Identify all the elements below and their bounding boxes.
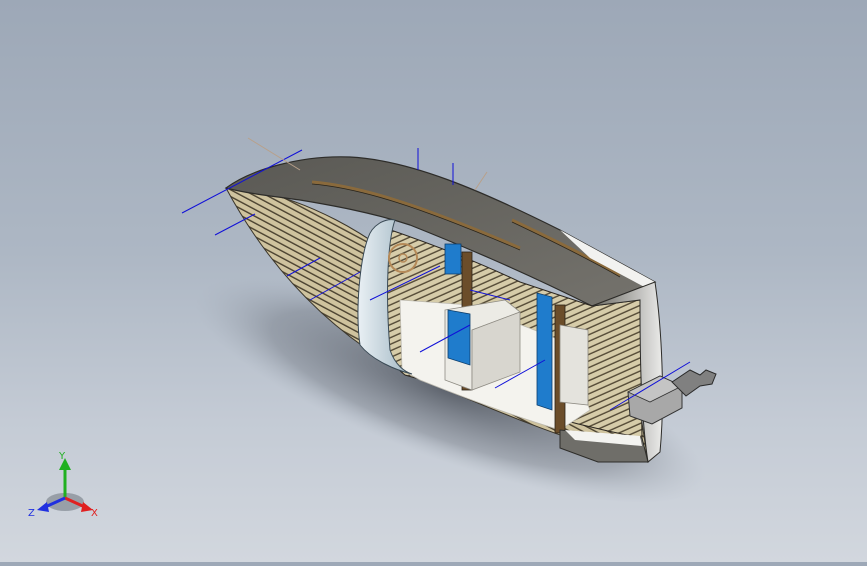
blue-panel-3	[536, 292, 553, 411]
blue-panel-1	[444, 243, 462, 275]
z-axis-label: Z	[28, 508, 35, 519]
reference-triad: Y X Z	[28, 451, 98, 519]
model-view[interactable]	[0, 0, 867, 562]
blue-panel-2	[447, 309, 471, 366]
z-axis-arrow	[37, 502, 49, 512]
x-axis-label: X	[91, 508, 98, 519]
y-axis-label: Y	[58, 451, 66, 462]
seat-block-rear	[559, 324, 589, 406]
graphics-viewport[interactable]: Y X Z	[0, 0, 867, 562]
